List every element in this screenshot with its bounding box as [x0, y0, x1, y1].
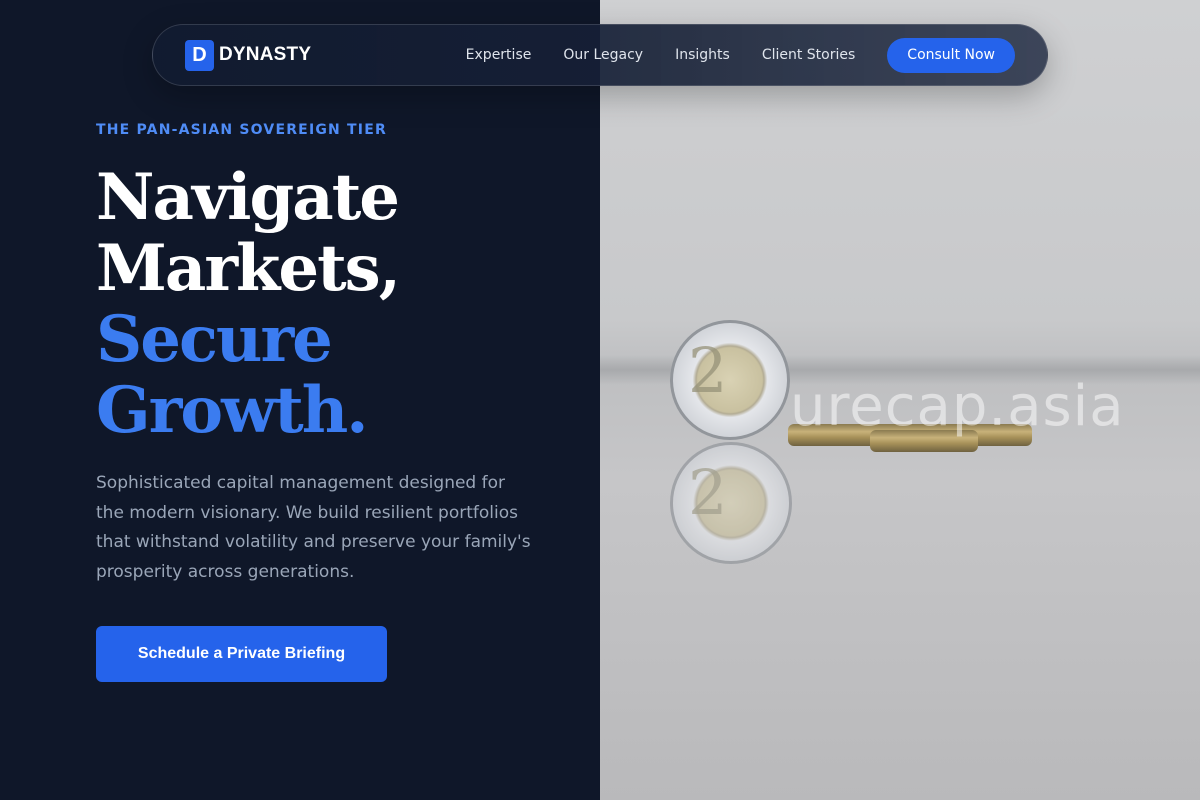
nav-link-expertise[interactable]: Expertise	[466, 47, 532, 63]
schedule-briefing-button[interactable]: Schedule a Private Briefing	[96, 626, 387, 682]
headline-line-4: Growth.	[96, 373, 369, 448]
nav-link-insights[interactable]: Insights	[675, 47, 730, 63]
headline-line-3: Secure	[96, 302, 333, 377]
coin-image: 2	[670, 320, 790, 440]
top-navigation: D DYNASTY Expertise Our Legacy Insights …	[152, 24, 1048, 86]
image-watermark: urecap.asia	[790, 374, 1125, 439]
coin-numeral: 2	[688, 334, 728, 407]
hero-description: Sophisticated capital management designe…	[96, 473, 531, 582]
logo-mark-icon: D	[185, 39, 214, 71]
hero-headline: Navigate Markets, Secure Growth.	[96, 160, 401, 448]
hero-image: 2 2 urecap.asia	[600, 0, 1200, 800]
brand-name: DYNASTY	[219, 44, 312, 65]
nav-links: Expertise Our Legacy Insights Client Sto…	[466, 37, 1015, 73]
nav-link-our-legacy[interactable]: Our Legacy	[563, 47, 643, 63]
hero-eyebrow: THE PAN-ASIAN SOVEREIGN TIER	[96, 122, 387, 138]
headline-line-2: Markets,	[96, 231, 401, 306]
brand-logo[interactable]: D DYNASTY	[185, 39, 312, 71]
nav-link-client-stories[interactable]: Client Stories	[762, 47, 855, 63]
coin-reflection: 2	[670, 442, 792, 564]
consult-now-button[interactable]: Consult Now	[887, 37, 1015, 73]
headline-line-1: Navigate	[96, 160, 400, 235]
coin-reflection-numeral: 2	[688, 456, 728, 529]
